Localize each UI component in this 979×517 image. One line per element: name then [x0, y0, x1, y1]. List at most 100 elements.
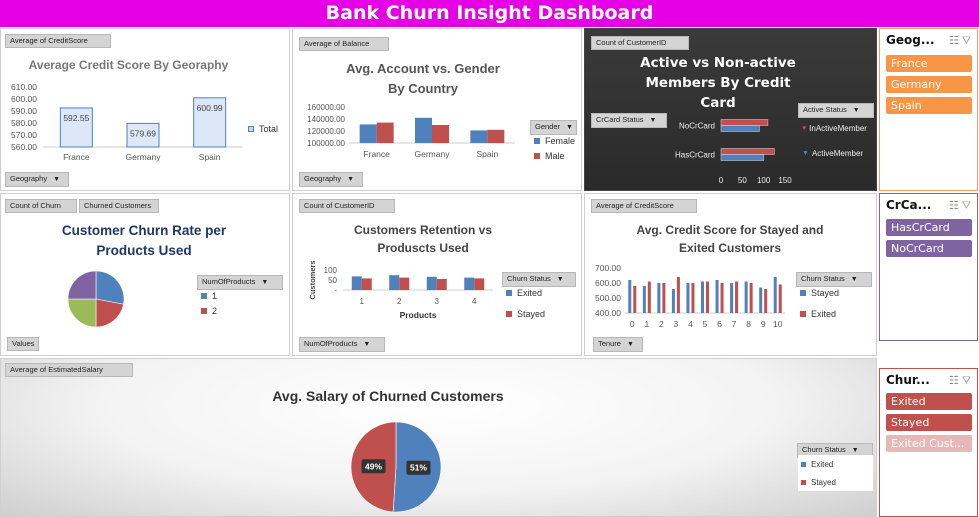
value-field-tag[interactable]: Average of EstimatedSalary [5, 363, 133, 377]
panel-active-members: Count of CustomerID Active vs Non-active… [584, 28, 877, 191]
bar-france-female [359, 124, 377, 143]
legend-title: Churn Status [507, 274, 551, 283]
geography-filter-button[interactable]: Geography ▼ [5, 172, 69, 187]
dropdown-arrow-icon: ▼ [852, 107, 860, 114]
filter-label: CrCard Status [596, 115, 644, 124]
bar-hascrcard-activemember [720, 154, 764, 161]
active-status-filter[interactable]: Active Status ▼ [798, 103, 874, 118]
bar-2-exited [662, 283, 666, 313]
chart-credit-geo: 610.00 600.00 590.00 580.00 570.00 560.00 Fran… [11, 82, 243, 162]
legend-item-female: Female [534, 136, 575, 146]
value-field-tag[interactable]: Average of CreditScore [5, 34, 111, 48]
data-label: 51% [410, 463, 427, 473]
crcard-status-filter[interactable]: CrCard Status ▼ [591, 113, 667, 128]
y-tick-label: 600.00 [11, 94, 37, 104]
legend-item-2: 2 [201, 306, 217, 316]
multi-select-icon[interactable]: ☷ [949, 375, 959, 387]
slicer-icons: ☷ ⛛ [949, 374, 971, 388]
num-products-filter[interactable]: NumOfProducts ▼ [299, 337, 385, 352]
chart-title: Active vs Non-active Members By Credit C… [640, 55, 796, 111]
legend-item-1: 1 [201, 291, 217, 301]
chart-title: Avg. Salary of Churned Customers [272, 388, 504, 404]
legend-title: Active Status [803, 105, 847, 114]
slicer-item-exited[interactable]: Exited [886, 393, 972, 410]
legend-label: Stayed [517, 309, 546, 319]
legend-label: 2 [212, 306, 218, 316]
tenure-filter[interactable]: Tenure ▼ [593, 337, 643, 352]
y-tick-label: 400.00 [595, 308, 621, 318]
x-tick-label: 2 [659, 319, 664, 329]
y-tick-label: 160000.00 [307, 103, 345, 112]
x-tick-label: 6 [717, 319, 722, 329]
slicer-item-germany[interactable]: Germany [886, 76, 972, 93]
x-tick-label: 3 [674, 319, 679, 329]
panel-churn-rate: Count of Churn Churned Customers Custome… [0, 193, 290, 356]
slicer-header: CrCa... [886, 198, 932, 212]
x-tick-label: 4 [688, 319, 693, 329]
value-field-tag[interactable]: Average of CreditScore [591, 199, 697, 213]
panel-retention: Count of CustomerID Customers Retention … [292, 193, 582, 356]
slicer-item-hascrcard[interactable]: HasCrCard [886, 219, 972, 236]
legend-marker-icon: ♥ [802, 125, 807, 132]
x-tick-label: Spain [199, 152, 221, 162]
slicer-crcard: CrCa... ☷ ⛛ HasCrCard NoCrCard [879, 193, 978, 341]
legend-swatch [534, 153, 540, 159]
slicer-churn: Chur... ☷ ⛛ Exited Stayed Exited Cust... [879, 368, 978, 517]
panel-credit-geo: Average of CreditScore Average Credit Sc… [0, 28, 290, 191]
legend-label: Exited [811, 309, 837, 319]
column-field-tag[interactable]: Churned Customers [79, 199, 159, 213]
y-tick-label: HasCrCard [675, 151, 715, 160]
chart-legend: Female Male [534, 131, 575, 161]
y-tick-label: 140000.00 [307, 115, 345, 124]
dashboard-root: Bank Churn Insight Dashboard Average of … [0, 0, 979, 517]
legend-label: Stayed [811, 288, 840, 298]
value-field-tag[interactable]: Count of CustomerID [591, 36, 689, 50]
value-field-tag[interactable]: Count of Churn [5, 199, 77, 213]
bar-germany-female [415, 117, 432, 143]
legend-swatch [506, 311, 512, 317]
slicer-header: Geog... [886, 33, 935, 47]
clear-filter-icon[interactable]: ⛛ [962, 200, 971, 212]
legend-item-total: Total [248, 124, 278, 134]
chart-balance-gender: 160000.00 140000.00 120000.00 100000.00 Fran… [307, 103, 515, 159]
y-tick-label: 120000.00 [307, 127, 345, 136]
y-tick-label: 50 [328, 276, 337, 285]
dropdown-arrow-icon: ▼ [53, 176, 61, 183]
x-tick-label: 1 [644, 319, 649, 329]
slicer-icons: ☷ ⛛ [949, 199, 971, 213]
clear-filter-icon[interactable]: ⛛ [962, 375, 971, 387]
bar-nocrcard-inactivemember [720, 119, 769, 126]
value-field-tag[interactable]: Count of CustomerID [299, 199, 395, 213]
legend-marker-icon: ▼ [802, 150, 809, 157]
value-field-tag[interactable]: Average of Balance [299, 37, 389, 51]
chart-churn-rate [67, 270, 125, 328]
legend-label: Female [545, 136, 576, 146]
values-field-tag[interactable]: Values [7, 337, 39, 351]
geography-filter-button[interactable]: Geography ▼ [299, 172, 363, 187]
x-tick-label: Germany [415, 149, 451, 159]
legend-swatch [201, 308, 207, 314]
slicer-item-nocrcard[interactable]: NoCrCard [886, 240, 972, 257]
churn-pie-slice-3 [67, 270, 97, 300]
dropdown-arrow-icon: ▼ [261, 279, 269, 286]
legend-swatch [800, 290, 806, 296]
bar-hascrcard-inactivemember [720, 148, 775, 155]
bar-1-exited [351, 276, 362, 290]
legend-label: Stayed [811, 478, 836, 487]
slicer-item-exited-customers[interactable]: Exited Cust... [886, 435, 972, 452]
bar-10-exited [778, 284, 782, 313]
multi-select-icon[interactable]: ☷ [949, 35, 959, 47]
bar-4-stayed [474, 278, 485, 290]
x-tick-label: 7 [732, 319, 737, 329]
clear-filter-icon[interactable]: ⛛ [962, 35, 971, 47]
slicer-item-spain[interactable]: Spain [886, 97, 972, 114]
slicer-item-france[interactable]: France [886, 55, 972, 72]
chart-title: Avg. Account vs. Gender By Country [346, 61, 500, 96]
slicer-item-stayed[interactable]: Stayed [886, 414, 972, 431]
x-tick-label: France [363, 149, 390, 159]
bar-6-stayed [715, 280, 719, 313]
multi-select-icon[interactable]: ☷ [949, 200, 959, 212]
dropdown-arrow-icon: ▼ [363, 341, 371, 348]
x-tick-label: 50 [738, 176, 747, 185]
dashboard-title: Bank Churn Insight Dashboard [0, 0, 979, 27]
